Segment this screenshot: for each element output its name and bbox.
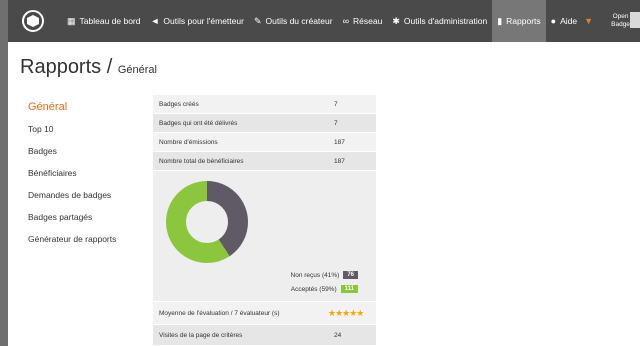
issuance-donut-chart: Non reçus (41%) 76 Acceptés (59%) 111	[153, 171, 376, 302]
legend-accepted-value: 111	[340, 285, 358, 293]
row-label: Badges créés	[159, 100, 199, 108]
nav-help[interactable]: ● Aide	[546, 0, 582, 42]
table-row: Badges créés 7	[153, 95, 376, 114]
row-value: 7	[334, 119, 338, 127]
send-icon: ◄	[150, 16, 160, 26]
rating-label: Moyenne de l'évaluation / 7 évaluateur (…	[159, 309, 280, 317]
legend-not-received-value: 76	[343, 271, 358, 279]
legend-not-received-label: Non reçus (41%)	[290, 271, 340, 279]
row-label: Nombre d'émissions	[159, 138, 218, 146]
page-title-main: Rapports	[20, 56, 102, 78]
bar-chart-icon: ▮	[497, 15, 503, 26]
table-row: Badges qui ont été délivrés 7	[153, 114, 376, 133]
sidebar-item-badges[interactable]: Badges	[28, 140, 116, 162]
nav-admin-tools[interactable]: ✱ Outils d'administration	[387, 0, 492, 42]
sidebar-item-report-generator[interactable]: Générateur de rapports	[28, 228, 116, 250]
nav-issuer-tools[interactable]: ◄ Outils pour l'émetteur	[145, 0, 248, 42]
page-title-separator: /	[101, 56, 118, 78]
sidebar-item-badge-requests[interactable]: Demandes de badges	[28, 184, 116, 206]
donut-chart-svg	[166, 181, 248, 263]
page-title: Rapports / Général	[20, 56, 157, 79]
legend-not-received: Non reçus (41%) 76	[291, 271, 358, 279]
app-window: ▦ Tableau de bord ◄ Outils pour l'émette…	[8, 0, 640, 346]
gear-icon: ✱	[392, 15, 400, 26]
table-row: Moyenne de l'évaluation / 7 évaluateur (…	[153, 302, 376, 325]
table-row: Nombre total de bénéficiaires 187	[153, 152, 376, 171]
visits-label: Visites de la page de critères	[159, 331, 243, 339]
nav-dashboard-label: Tableau de bord	[79, 16, 141, 26]
sidebar-item-general[interactable]: Général	[28, 96, 116, 118]
table-row: Nombre d'émissions 187	[153, 133, 376, 152]
nav-issuer-tools-label: Outils pour l'émetteur	[163, 16, 244, 26]
nav-network[interactable]: ∞ Réseau	[338, 0, 388, 42]
nav-creator-tools[interactable]: ✎ Outils du créateur	[249, 0, 338, 42]
main-nav: ▦ Tableau de bord ◄ Outils pour l'émette…	[62, 0, 640, 42]
app-logo-icon[interactable]	[22, 10, 44, 32]
row-value: 7	[334, 100, 338, 108]
nav-dashboard[interactable]: ▦ Tableau de bord	[62, 0, 145, 42]
nav-reports-label: Rapports	[506, 16, 541, 26]
legend-accepted-label: Acceptés (59%)	[290, 285, 337, 293]
nav-reports[interactable]: ▮ Rapports	[492, 0, 546, 42]
sidebar-item-recipients[interactable]: Bénéficiaires	[28, 162, 116, 184]
link-icon: ∞	[342, 16, 349, 26]
nav-creator-tools-label: Outils du créateur	[265, 16, 333, 26]
star-rating-icon: ★★★★★	[328, 307, 364, 318]
visits-value: 24	[334, 331, 342, 339]
sidebar-item-shared-badges[interactable]: Badges partagés	[28, 206, 116, 228]
legend-accepted: Acceptés (59%) 111	[291, 285, 358, 293]
help-icon: ●	[550, 16, 557, 26]
reports-sidebar: Général Top 10 Badges Bénéficiaires Dema…	[28, 96, 116, 250]
grid-icon: ▦	[67, 15, 76, 26]
row-value: 187	[334, 157, 345, 165]
table-row: Visites de la page de critères 24	[153, 325, 376, 346]
row-label: Nombre total de bénéficiaires	[159, 157, 244, 165]
stats-panel: Badges créés 7 Badges qui ont été délivr…	[153, 95, 376, 346]
nav-network-label: Réseau	[353, 16, 383, 26]
nav-admin-tools-label: Outils d'administration	[403, 16, 488, 26]
sidebar-item-top10[interactable]: Top 10	[28, 118, 116, 140]
wrench-icon: ✎	[253, 15, 262, 26]
row-value: 187	[334, 138, 345, 146]
dropdown-caret-icon[interactable]: ▼	[582, 16, 601, 26]
nav-help-label: Aide	[560, 16, 578, 26]
row-label: Badges qui ont été délivrés	[159, 119, 238, 127]
page-subtitle: Général	[117, 64, 157, 76]
user-avatar[interactable]	[630, 12, 640, 28]
top-navbar: ▦ Tableau de bord ◄ Outils pour l'émette…	[8, 0, 640, 42]
